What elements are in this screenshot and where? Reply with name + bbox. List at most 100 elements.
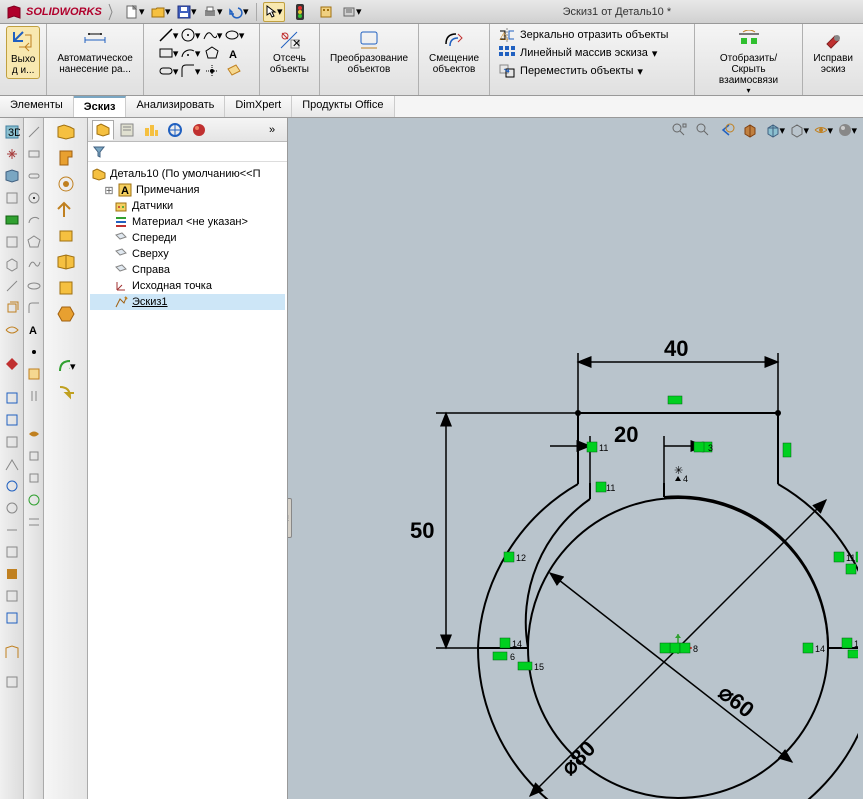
tree-filter-bar[interactable] — [88, 142, 287, 162]
arc-tool[interactable]: ▾ — [180, 44, 200, 62]
vt1-btn-9[interactable] — [2, 298, 22, 318]
fm-ico-8[interactable] — [56, 304, 76, 324]
plane-tool[interactable] — [224, 62, 244, 80]
tab-features[interactable]: Элементы — [0, 96, 74, 117]
fillet-tool[interactable]: ▾ — [180, 62, 200, 80]
section-view-button[interactable] — [741, 120, 761, 140]
vt2-btn-15[interactable] — [24, 446, 44, 466]
slot-tool[interactable]: ▾ — [158, 62, 178, 80]
fm-ico-9[interactable]: ▾ — [56, 356, 76, 376]
vt2-btn-13[interactable] — [24, 386, 44, 406]
vt1-btn-16[interactable] — [2, 476, 22, 496]
tree-sketch1[interactable]: Эскиз1 — [90, 294, 285, 310]
hide-show-button[interactable]: ▾ — [813, 120, 833, 140]
tab-evaluate[interactable]: Анализировать — [126, 96, 225, 117]
fm-ico-5[interactable] — [56, 226, 76, 246]
tree-tab-more[interactable]: » — [261, 120, 283, 140]
tree-tab-feature[interactable] — [92, 120, 114, 140]
fm-ico-6[interactable] — [56, 252, 76, 272]
vt1-btn-4[interactable] — [2, 188, 22, 208]
polygon-tool[interactable] — [202, 44, 222, 62]
tree-tab-property[interactable] — [116, 120, 138, 140]
vt2-btn-10[interactable]: A — [24, 320, 44, 340]
fm-ico-3[interactable] — [56, 174, 76, 194]
smart-dimension-button[interactable]: Автоматическое нанесение ра... — [53, 26, 137, 77]
zoom-area-button[interactable] — [693, 120, 713, 140]
repair-sketch-button[interactable]: Исправи эскиз — [809, 26, 857, 77]
vt2-btn-6[interactable] — [24, 232, 44, 252]
rebuild-button[interactable]: ▾ — [341, 2, 363, 22]
vt1-btn-7[interactable] — [2, 254, 22, 274]
vt1-btn-11[interactable] — [2, 354, 22, 374]
fm-ico-4[interactable] — [56, 200, 76, 220]
tab-office[interactable]: Продукты Office — [292, 96, 394, 117]
vt2-btn-1[interactable] — [24, 122, 44, 142]
tree-tab-dimxpert[interactable] — [164, 120, 186, 140]
tree-tab-config[interactable] — [140, 120, 162, 140]
dim-40[interactable]: 40 — [664, 336, 688, 361]
vt1-btn-24[interactable] — [2, 672, 22, 692]
tree-right-plane[interactable]: Справа — [90, 262, 285, 278]
vt1-btn-12[interactable] — [2, 388, 22, 408]
dim-dia80[interactable]: ⌀80 — [556, 736, 600, 780]
print-button[interactable]: ▾ — [202, 2, 224, 22]
undo-button[interactable]: ▾ — [228, 2, 250, 22]
previous-view-button[interactable] — [717, 120, 737, 140]
vt1-btn-19[interactable] — [2, 542, 22, 562]
vt1-btn-14[interactable] — [2, 432, 22, 452]
vt1-btn-23[interactable] — [2, 642, 22, 662]
options-button[interactable] — [315, 2, 337, 22]
display-relations-button[interactable]: Отобразить/Скрыть взаимосвязи ▾ — [701, 26, 797, 97]
move-entities-button[interactable]: Переместить объекты▾ — [496, 62, 645, 80]
line-tool[interactable]: ▾ — [158, 26, 178, 44]
convert-entities-button[interactable]: Преобразование объектов — [326, 26, 412, 77]
vt1-btn-20[interactable] — [2, 564, 22, 584]
text-tool[interactable]: A — [224, 44, 244, 62]
vt2-btn-12[interactable] — [24, 364, 44, 384]
save-button[interactable]: ▾ — [176, 2, 198, 22]
view-orientation-button[interactable]: ▾ — [765, 120, 785, 140]
vt1-btn-5[interactable] — [2, 210, 22, 230]
zoom-fit-button[interactable] — [669, 120, 689, 140]
vt2-btn-9[interactable] — [24, 298, 44, 318]
exit-sketch-button[interactable]: Выхо д и... — [6, 26, 40, 79]
vt2-btn-8[interactable] — [24, 276, 44, 296]
select-button[interactable]: ▾ — [263, 2, 285, 22]
vt2-btn-11[interactable] — [24, 342, 44, 362]
tab-sketch[interactable]: Эскиз — [74, 96, 127, 117]
panel-collapse-handle[interactable]: ⋮ — [288, 498, 292, 538]
open-file-button[interactable]: ▾ — [150, 2, 172, 22]
dim-50[interactable]: 50 — [410, 518, 434, 543]
traffic-light-icon[interactable] — [289, 2, 311, 22]
graphics-area[interactable]: ⋮ ▾ ▾ ▾ ▾ 40 — [288, 118, 863, 799]
trim-entities-button[interactable]: ✕ Отсечь объекты — [266, 26, 313, 77]
vt2-btn-7[interactable] — [24, 254, 44, 274]
vt1-btn-15[interactable] — [2, 454, 22, 474]
tree-sensors[interactable]: Датчики — [90, 198, 285, 214]
vt1-btn-22[interactable] — [2, 608, 22, 628]
vt1-btn-18[interactable] — [2, 520, 22, 540]
rectangle-tool[interactable]: ▾ — [158, 44, 178, 62]
point-tool[interactable] — [202, 62, 222, 80]
vt1-btn-10[interactable] — [2, 320, 22, 340]
fm-ico-10[interactable] — [56, 382, 76, 402]
dim-dia60[interactable]: ⌀60 — [714, 680, 759, 723]
tree-tab-display[interactable] — [188, 120, 210, 140]
fm-ico-1[interactable] — [56, 122, 76, 142]
fm-ico-2[interactable] — [56, 148, 76, 168]
vt2-btn-3[interactable] — [24, 166, 44, 186]
tree-annotations[interactable]: ⊞ A Примечания — [90, 182, 285, 198]
vt1-btn-13[interactable] — [2, 410, 22, 430]
vt2-btn-16[interactable] — [24, 468, 44, 488]
dim-20[interactable]: 20 — [614, 422, 638, 447]
circle-tool[interactable]: ▾ — [180, 26, 200, 44]
vt1-btn-21[interactable] — [2, 586, 22, 606]
tree-front-plane[interactable]: Спереди — [90, 230, 285, 246]
spline-tool[interactable]: ▾ — [202, 26, 222, 44]
vt2-btn-5[interactable] — [24, 210, 44, 230]
tree-top-plane[interactable]: Сверху — [90, 246, 285, 262]
vt1-btn-17[interactable] — [2, 498, 22, 518]
tree-origin[interactable]: Исходная точка — [90, 278, 285, 294]
tree-material[interactable]: Материал <не указан> — [90, 214, 285, 230]
tab-dimxpert[interactable]: DimXpert — [225, 96, 292, 117]
